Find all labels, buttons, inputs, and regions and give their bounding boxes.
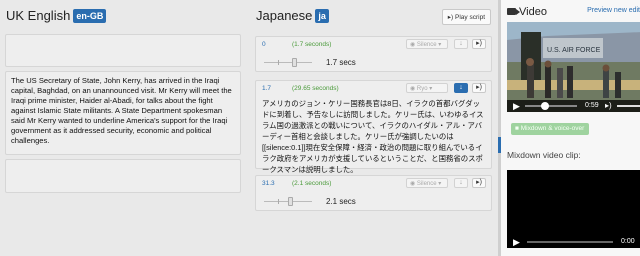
video-player[interactable]: U.S. AIR FORCE ▶ 0:59 ▸): [507, 22, 640, 112]
target-column: Japanese ja ▸) Play script 0 (1.7 seconds…: [250, 0, 498, 256]
download-icon[interactable]: ↓: [454, 83, 468, 93]
slider-handle[interactable]: [288, 197, 293, 206]
seek-bar[interactable]: [527, 241, 613, 243]
source-segment-empty-2[interactable]: [5, 159, 241, 193]
volume-icon[interactable]: ▸): [472, 83, 486, 93]
person-icon: ◉: [410, 86, 417, 92]
segment-speech[interactable]: 1.7 (29.65 seconds) ◉ Ryo ▾ ↓ ▸) アメリカのジョ…: [255, 80, 492, 174]
video-title: Video: [519, 6, 547, 18]
mix-time: 0:00: [621, 238, 635, 245]
person-icon: ◉: [410, 42, 417, 48]
person-icon: ◉: [410, 181, 417, 187]
volume-icon[interactable]: ▸): [472, 178, 486, 188]
voice-select[interactable]: ◉ Silence ▾: [406, 39, 448, 49]
voice-select-label: Silence: [416, 42, 437, 48]
target-language-heading: Japanese ja: [256, 8, 329, 23]
target-language-name: Japanese: [256, 8, 313, 23]
segment-length: 2.1 secs: [326, 197, 356, 206]
segment-silence-2[interactable]: 31.3 (2.1 seconds) ◉ Silence ▾ ↓ ▸) 2.1 …: [255, 175, 492, 211]
source-language-heading: UK English en-GB: [6, 8, 107, 23]
preview-new-edit-link[interactable]: Preview new edit: [587, 7, 640, 14]
source-segment-text[interactable]: The US Secretary of State, John Kerry, h…: [5, 71, 241, 155]
speaker-icon: ▸): [447, 14, 454, 21]
segment-start: 1.7: [262, 85, 272, 92]
voice-select[interactable]: ◉ Silence ▾: [406, 178, 448, 188]
segment-start: 0: [262, 41, 266, 48]
player-time: 0:59: [585, 102, 599, 109]
voice-select-label: Ryo: [416, 86, 428, 92]
slider-handle[interactable]: [292, 58, 297, 67]
segment-duration: (29.65 seconds): [292, 85, 339, 92]
video-camera-icon: [507, 8, 520, 15]
volume-icon[interactable]: ▸): [605, 101, 612, 110]
volume-icon[interactable]: ▸): [472, 39, 486, 49]
mixdown-button-label: Mixdown & voice-over: [520, 125, 585, 132]
download-icon[interactable]: ↓: [454, 178, 468, 188]
source-segment-empty-1[interactable]: [5, 34, 241, 67]
video-heading: Video: [507, 6, 547, 18]
download-icon[interactable]: ↓: [454, 39, 468, 49]
svg-text:U.S. AIR FORCE: U.S. AIR FORCE: [547, 47, 601, 54]
duration-slider[interactable]: [264, 58, 312, 67]
segment-duration: (2.1 seconds): [292, 180, 332, 187]
source-column: UK English en-GB The US Secretary of Stat…: [0, 0, 248, 256]
mixdown-button[interactable]: ■ Mixdown & voice-over: [511, 123, 589, 135]
video-controls[interactable]: ▶ 0:59 ▸): [507, 100, 640, 112]
segment-start: 31.3: [262, 180, 275, 187]
segment-length: 1.7 secs: [326, 58, 356, 67]
play-script-label: Play script: [455, 14, 485, 21]
voice-select-label: Silence: [416, 181, 437, 187]
source-language-badge: en-GB: [73, 9, 107, 23]
segment-duration: (1.7 seconds): [292, 41, 332, 48]
play-icon[interactable]: ▶: [513, 101, 520, 112]
voice-select[interactable]: ◉ Ryo ▾: [406, 83, 448, 93]
mixdown-video-player[interactable]: ▶ 0:00: [507, 170, 640, 248]
video-panel: Video Preview new edit U.S. AIR FORCE ▶: [498, 0, 640, 256]
mixdown-video-controls[interactable]: ▶ 0:00: [507, 236, 640, 248]
source-language-name: UK English: [6, 8, 71, 23]
volume-slider[interactable]: [617, 105, 640, 107]
source-paragraph: The US Secretary of State, John Kerry, h…: [11, 76, 232, 145]
play-icon[interactable]: ▶: [513, 237, 520, 248]
segment-silence-1[interactable]: 0 (1.7 seconds) ◉ Silence ▾ ↓ ▸) 1.7 sec…: [255, 36, 492, 72]
duration-slider[interactable]: [264, 197, 312, 206]
target-language-badge: ja: [315, 9, 329, 23]
translation-text[interactable]: アメリカのジョン・ケリー国務長官は8日、イラクの首都バグダッドに到着し、予告なし…: [256, 95, 491, 178]
mixdown-clip-label: Mixdown video clip:: [507, 150, 581, 160]
play-script-button[interactable]: ▸) Play script: [441, 9, 491, 25]
seek-bar[interactable]: [525, 102, 577, 110]
video-thumbnail: U.S. AIR FORCE: [507, 22, 640, 112]
section-indicator: [498, 137, 501, 153]
